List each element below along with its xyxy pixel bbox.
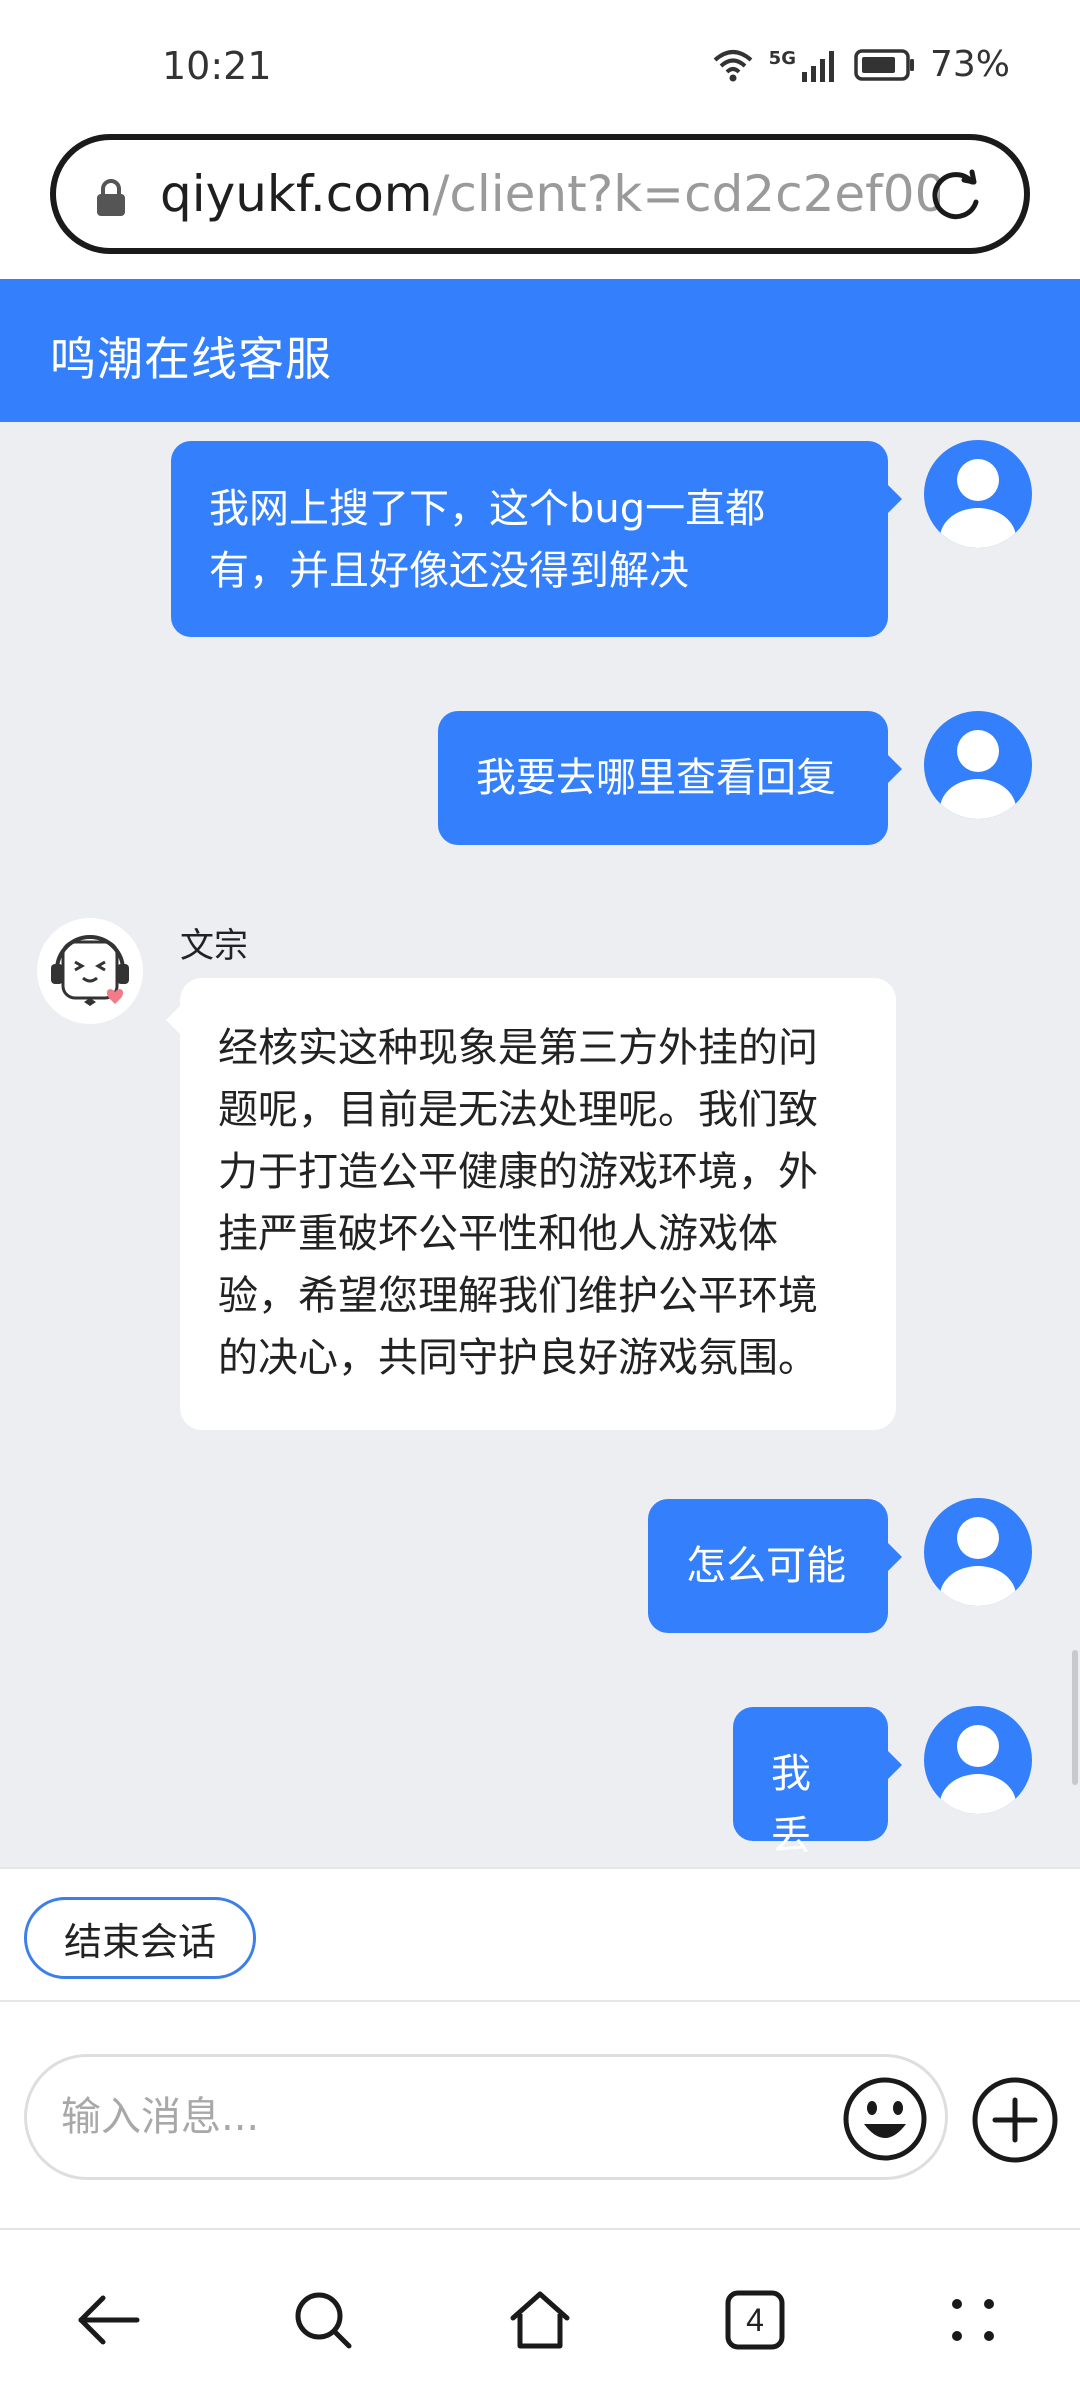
network-type: 5G xyxy=(768,47,796,69)
message-line: 验，希望您理解我们维护公平环境 xyxy=(218,1273,818,1319)
user-message-bubble: 我丢 xyxy=(733,1707,902,1859)
url-text[interactable]: qiyukf.com/client?k=cd2c2ef0016 xyxy=(160,166,940,222)
signal-icon: 5G xyxy=(769,48,840,82)
message-line: 有，并且好像还没得到解决 xyxy=(209,548,689,594)
chat-messages[interactable]: 我网上搜了下，这个bug一直都 有，并且好像还没得到解决 我要去哪里查看回复 文… xyxy=(0,422,1080,1867)
battery-percent: 73% xyxy=(929,44,1010,85)
home-icon[interactable] xyxy=(505,2285,575,2355)
user-avatar xyxy=(924,1706,1032,1814)
message-text: 怎么可能 xyxy=(686,1543,846,1589)
quick-action-bar: 结束会话 xyxy=(0,1867,1080,2002)
wifi-icon xyxy=(711,48,755,82)
chat-header: 鸣潮在线客服 xyxy=(0,279,1080,422)
message-line: 力于打造公平健康的游戏环境，外 xyxy=(218,1149,818,1195)
agent-name: 文宗 xyxy=(180,926,248,966)
user-avatar xyxy=(924,440,1032,548)
scrollbar-thumb[interactable] xyxy=(1072,1650,1078,1785)
reload-icon[interactable] xyxy=(926,168,986,228)
input-bar xyxy=(0,2002,1080,2230)
tab-count: 4 xyxy=(746,2301,764,2338)
url-domain: qiyukf.com xyxy=(160,166,433,222)
end-session-button[interactable]: 结束会话 xyxy=(24,1897,256,1979)
user-message-bubble: 我要去哪里查看回复 xyxy=(438,711,902,845)
message-text: 我要去哪里查看回复 xyxy=(476,755,836,801)
lock-icon xyxy=(94,178,128,218)
back-arrow-icon[interactable] xyxy=(73,2285,143,2355)
message-line: 题呢，目前是无法处理呢。我们致 xyxy=(218,1087,818,1133)
user-message-bubble: 怎么可能 xyxy=(648,1499,902,1633)
user-avatar xyxy=(924,711,1032,819)
message-line: 的决心，共同守护良好游戏氛围。 xyxy=(218,1335,818,1381)
status-bar: 10:21 5G 73% xyxy=(0,0,1080,134)
agent-message-bubble: 经核实这种现象是第三方外挂的问 题呢，目前是无法处理呢。我们致 力于打造公平健康… xyxy=(166,978,896,1430)
more-icon[interactable] xyxy=(938,2285,1008,2355)
emoji-icon[interactable] xyxy=(840,2074,930,2164)
status-icons: 5G 73% xyxy=(711,44,1010,85)
search-icon[interactable] xyxy=(288,2285,358,2355)
message-line: 我网上搜了下，这个bug一直都 xyxy=(209,486,766,532)
status-time: 10:21 xyxy=(162,44,272,88)
plus-icon[interactable] xyxy=(969,2074,1061,2166)
message-line: 挂严重破坏公平性和他人游戏体 xyxy=(218,1211,778,1257)
message-input[interactable] xyxy=(24,2054,948,2180)
user-avatar xyxy=(924,1498,1032,1606)
message-text: 我丢 xyxy=(771,1751,811,1859)
browser-nav-bar: 4 xyxy=(0,2230,1080,2400)
url-path: /client?k=cd2c2ef0016 xyxy=(432,166,940,222)
tabs-button[interactable]: 4 xyxy=(720,2285,790,2355)
message-line: 经核实这种现象是第三方外挂的问 xyxy=(218,1025,818,1071)
user-message-bubble: 我网上搜了下，这个bug一直都 有，并且好像还没得到解决 xyxy=(171,441,902,637)
address-bar[interactable]: qiyukf.com/client?k=cd2c2ef0016 xyxy=(50,134,1030,254)
page-title: 鸣潮在线客服 xyxy=(50,332,332,386)
battery-icon xyxy=(854,48,916,81)
agent-avatar xyxy=(37,918,143,1024)
